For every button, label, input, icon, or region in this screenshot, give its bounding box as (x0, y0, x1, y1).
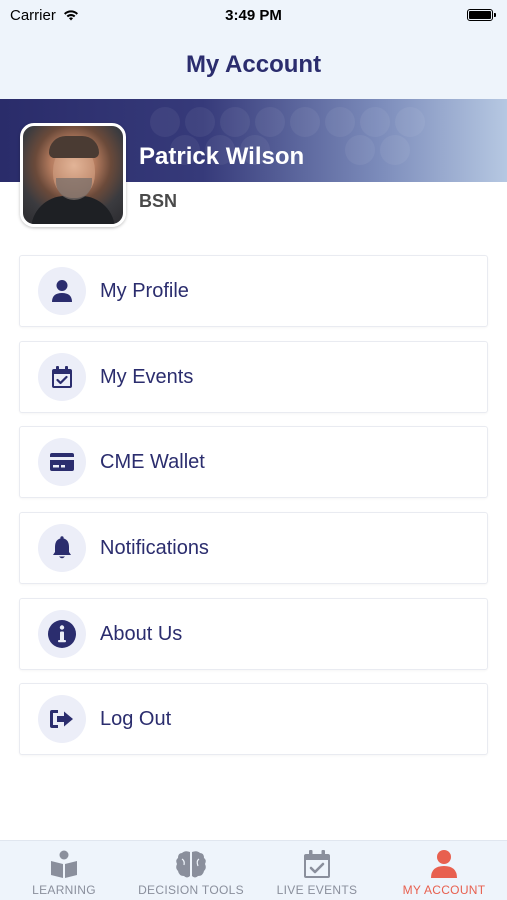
menu-item-my-events[interactable]: My Events (19, 341, 488, 413)
person-icon (38, 267, 86, 315)
tab-label: LEARNING (32, 883, 96, 897)
tab-live-events[interactable]: LIVE EVENTS (270, 841, 364, 900)
book-reader-icon (51, 850, 77, 878)
tab-learning[interactable]: LEARNING (24, 841, 104, 900)
bell-icon (38, 524, 86, 572)
menu-item-notifications[interactable]: Notifications (19, 512, 488, 584)
menu-item-label: My Profile (100, 279, 189, 302)
tab-label: DECISION TOOLS (138, 883, 244, 897)
tab-bar: LEARNING DECISION TOOLS LIVE EVENTS MY A… (0, 840, 507, 900)
brain-icon (176, 851, 206, 878)
menu-item-about-us[interactable]: About Us (19, 598, 488, 670)
carrier-group: Carrier (10, 7, 80, 24)
menu-item-my-profile[interactable]: My Profile (19, 255, 488, 327)
menu-item-log-out[interactable]: Log Out (19, 683, 488, 755)
info-icon (38, 610, 86, 658)
tab-my-account[interactable]: MY ACCOUNT (396, 841, 492, 900)
menu-item-label: My Events (100, 365, 194, 388)
page-title: My Account (185, 50, 322, 78)
tab-label: LIVE EVENTS (276, 883, 358, 897)
nav-header: My Account (0, 30, 507, 99)
tab-decision-tools[interactable]: DECISION TOOLS (131, 841, 251, 900)
wifi-icon (63, 10, 78, 21)
avatar[interactable] (20, 123, 126, 227)
menu-item-label: Notifications (100, 536, 209, 559)
calendar-check-icon (304, 850, 330, 878)
user-name: Patrick Wilson (139, 143, 305, 170)
calendar-check-icon (38, 353, 86, 401)
battery-icon (467, 9, 496, 21)
tab-label: MY ACCOUNT (402, 883, 486, 897)
menu-item-cme-wallet[interactable]: CME Wallet (19, 426, 488, 498)
menu-item-label: Log Out (100, 707, 172, 730)
status-bar: Carrier 3:49 PM (0, 0, 507, 30)
user-credential: BSN (139, 191, 178, 211)
person-icon (431, 850, 457, 878)
log-out-icon (38, 695, 86, 743)
menu-item-label: About Us (100, 622, 183, 645)
carrier-label: Carrier (10, 6, 56, 24)
credit-card-icon (38, 438, 86, 486)
menu-item-label: CME Wallet (100, 450, 205, 473)
